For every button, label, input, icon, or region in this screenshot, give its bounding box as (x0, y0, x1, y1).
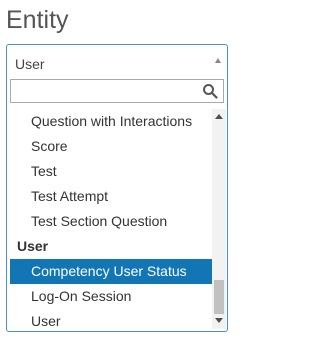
scroll-up-arrow-icon[interactable] (215, 114, 223, 119)
option-item[interactable]: Test Section Question (10, 209, 212, 234)
entity-select[interactable]: User Question with Interactions Score Te… (6, 44, 228, 332)
option-item-highlighted[interactable]: Competency User Status (10, 259, 212, 284)
option-item[interactable]: Test Attempt (10, 184, 212, 209)
option-item[interactable]: Log-On Session (10, 284, 212, 309)
search-input[interactable] (11, 80, 199, 102)
chevron-up-icon[interactable] (215, 58, 221, 63)
option-item[interactable]: Question with Interactions (10, 109, 212, 134)
scroll-down-arrow-icon[interactable] (215, 318, 223, 323)
selected-value: User (15, 56, 45, 72)
search-box[interactable] (10, 79, 224, 103)
list-scrollbar[interactable] (212, 109, 226, 329)
field-label: Entity (6, 6, 69, 34)
scrollbar-thumb[interactable] (214, 280, 224, 314)
options-list: Question with Interactions Score Test Te… (10, 109, 212, 329)
option-item[interactable]: Test (10, 159, 212, 184)
option-item[interactable]: Score (10, 134, 212, 159)
search-icon (203, 84, 218, 99)
option-item[interactable]: User (10, 309, 212, 329)
option-group-header: User (17, 238, 49, 254)
